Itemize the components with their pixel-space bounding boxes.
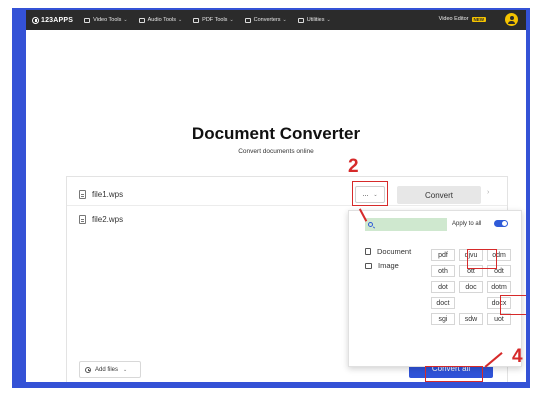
format-search-input[interactable] [365, 218, 447, 231]
video-editor-label: Video Editor [438, 16, 469, 22]
nav-converters[interactable]: Converters ⌄ [244, 17, 287, 23]
page-title: Document Converter [191, 124, 361, 143]
format-option[interactable]: oth [431, 265, 455, 277]
category-label: Document [377, 247, 412, 256]
nav-utilities[interactable]: Utilities ⌄ [297, 17, 331, 23]
nav-label: Converters [253, 17, 281, 23]
chevron-down-icon: ⌄ [123, 366, 128, 373]
file-icon [79, 190, 86, 199]
chevron-down-icon: ⌄ [177, 17, 183, 23]
app-window: 123APPS Video Tools ⌄ Audio Tools ⌄ PDF … [26, 10, 526, 382]
annotation-box-docx [500, 295, 526, 315]
nav-video-tools[interactable]: Video Tools ⌄ [84, 17, 128, 23]
format-dropdown: Apply to all Document Image pdf djvu odm… [348, 210, 522, 367]
category-image[interactable]: Image [365, 261, 399, 270]
user-avatar-button[interactable] [505, 13, 518, 26]
format-option-doc[interactable]: doc [459, 281, 483, 293]
logo-text: 123APPS [41, 16, 74, 24]
search-icon [368, 222, 373, 227]
row-divider [67, 205, 507, 206]
annotation-box-doc [467, 249, 497, 269]
screenshot-frame: 123APPS Video Tools ⌄ Audio Tools ⌄ PDF … [12, 8, 530, 388]
pdf-icon [193, 17, 200, 23]
nav-label: Video Tools [93, 17, 122, 23]
file-name: file1.wps [92, 190, 124, 199]
format-option[interactable]: dot [431, 281, 455, 293]
file-row: file2.wps [79, 215, 123, 224]
video-icon [84, 17, 91, 23]
logo-icon [32, 16, 39, 24]
format-option[interactable]: dotm [487, 281, 511, 293]
apply-to-all-label: Apply to all [452, 221, 482, 227]
converter-icon [244, 17, 251, 23]
nav-audio-tools[interactable]: Audio Tools ⌄ [138, 17, 183, 23]
format-option[interactable]: doct [431, 297, 455, 309]
chevron-right-icon[interactable]: › [487, 189, 489, 196]
file-row: file1.wps [79, 190, 123, 199]
nav-label: Utilities [306, 17, 325, 23]
logo[interactable]: 123APPS [32, 16, 74, 24]
nav-pdf-tools[interactable]: PDF Tools ⌄ [193, 17, 234, 23]
chevron-down-icon: ⌄ [123, 17, 128, 23]
convert-button[interactable]: Convert [397, 186, 481, 204]
format-option-empty [459, 297, 483, 309]
video-editor-link[interactable]: Video Editor NEW [439, 16, 486, 22]
annotation-step-4: 4 [512, 346, 523, 367]
annotation-box-format-select [352, 181, 388, 206]
nav-label: Audio Tools [147, 17, 176, 23]
format-option[interactable]: pdf [431, 249, 455, 261]
category-document[interactable]: Document [365, 247, 411, 256]
file-icon [79, 215, 86, 224]
category-label: Image [378, 261, 399, 270]
page-subtitle: Convert documents online [238, 148, 314, 155]
document-icon [365, 248, 371, 255]
image-icon [365, 262, 372, 269]
chevron-down-icon: ⌄ [282, 17, 287, 23]
top-navigation-bar: 123APPS Video Tools ⌄ Audio Tools ⌄ PDF … [26, 10, 526, 30]
apply-to-all-toggle[interactable] [494, 220, 508, 227]
file-name: file2.wps [92, 215, 124, 224]
user-icon [509, 16, 514, 20]
annotation-box-convert-all [425, 366, 483, 382]
tools-icon [297, 17, 304, 23]
add-files-label: Add files [95, 366, 119, 373]
format-option[interactable]: sgi [431, 313, 455, 325]
annotation-step-2: 2 [348, 156, 359, 177]
chevron-down-icon: ⌄ [229, 17, 234, 23]
music-note-icon [138, 17, 145, 23]
nav-label: PDF Tools [202, 17, 228, 23]
new-badge: NEW [471, 16, 486, 22]
plus-circle-icon [85, 366, 91, 373]
add-files-button[interactable]: Add files ⌄ [79, 361, 141, 378]
format-option[interactable]: sdw [459, 313, 483, 325]
chevron-down-icon: ⌄ [326, 17, 331, 23]
